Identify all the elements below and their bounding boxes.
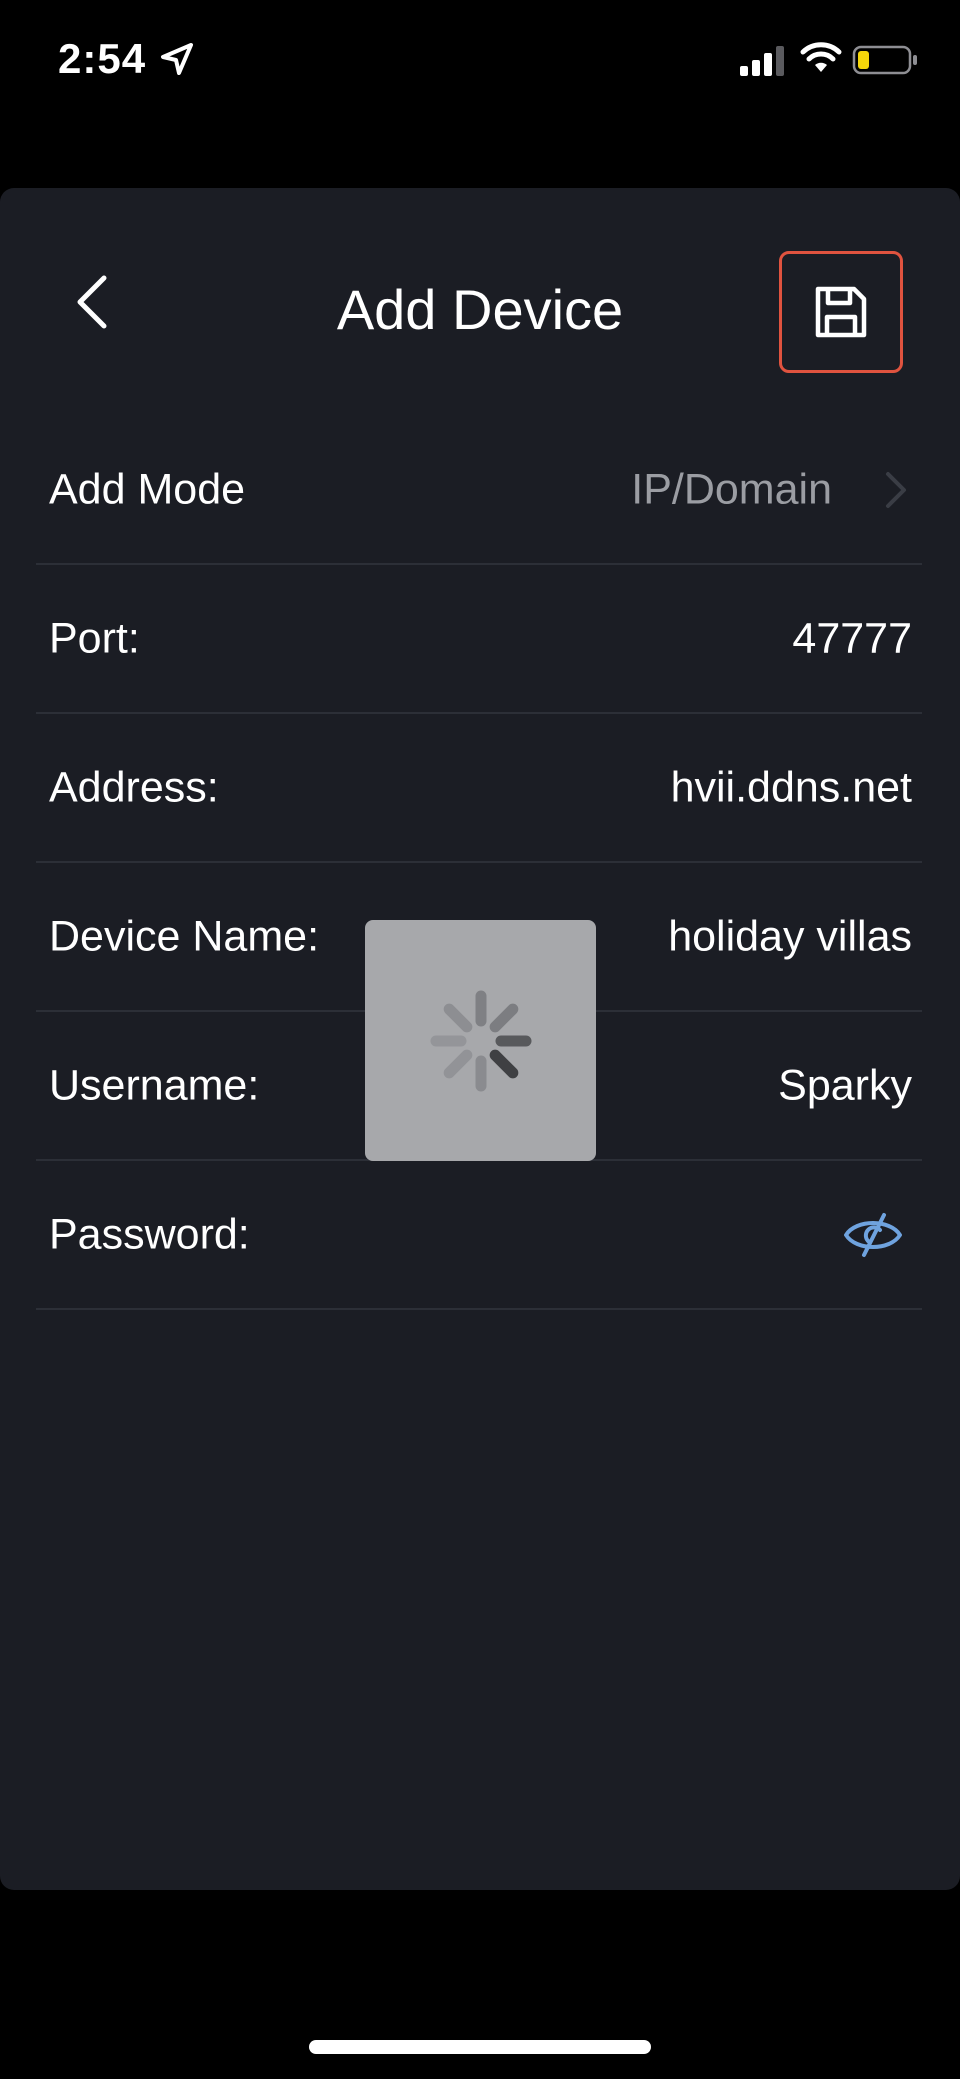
header: Add Device — [0, 188, 960, 388]
address-field[interactable]: hvii.ddns.net — [671, 763, 912, 812]
address-label: Address: — [49, 763, 219, 811]
port-row[interactable]: Port: 47777 — [36, 565, 922, 714]
password-label: Password: — [49, 1210, 250, 1258]
eye-slash-icon[interactable] — [842, 1211, 904, 1259]
screen: 2:54 Add Device Add Mode IP/Domain Port:… — [0, 0, 960, 2079]
username-field[interactable]: Sparky — [778, 1061, 912, 1110]
spinner-icon — [430, 990, 531, 1091]
status-time: 2:54 — [58, 35, 147, 82]
add-mode-row[interactable]: Add Mode IP/Domain — [36, 416, 922, 565]
loading-indicator — [365, 920, 596, 1161]
home-indicator[interactable] — [309, 2040, 651, 2054]
location-arrow-icon — [161, 43, 193, 75]
port-label: Port: — [49, 614, 140, 662]
chevron-right-icon — [886, 471, 906, 508]
port-field[interactable]: 47777 — [792, 614, 912, 663]
floppy-disk-icon — [815, 286, 867, 338]
device-name-label: Device Name: — [49, 912, 320, 960]
device-name-field[interactable]: holiday villas — [668, 912, 912, 961]
add-mode-value: IP/Domain — [631, 465, 832, 513]
device-form: Add Mode IP/Domain Port: 47777 Address: … — [36, 416, 922, 1310]
save-button[interactable] — [779, 251, 903, 373]
password-row[interactable]: Password: — [36, 1161, 922, 1310]
address-row[interactable]: Address: hvii.ddns.net — [36, 714, 922, 863]
add-mode-label: Add Mode — [49, 465, 246, 513]
cellular-signal-icon — [740, 46, 784, 76]
username-label: Username: — [49, 1061, 260, 1109]
battery-low-icon — [852, 45, 917, 75]
wifi-icon — [800, 42, 842, 72]
status-bar: 2:54 — [0, 0, 960, 120]
